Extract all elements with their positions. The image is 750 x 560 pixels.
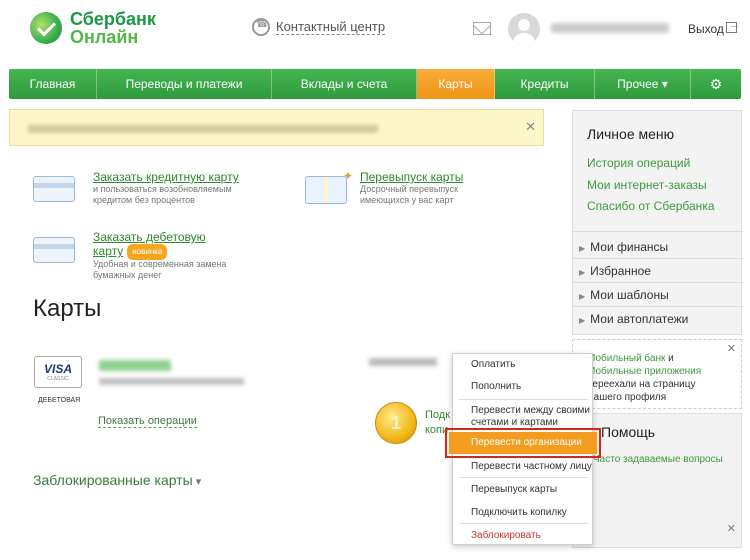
gear-icon[interactable]: ⚙: [691, 69, 741, 99]
credit-card-icon: [33, 176, 75, 202]
nav-item-other[interactable]: Прочее ▾: [595, 69, 691, 99]
contact-center[interactable]: Контактный центр: [252, 18, 386, 36]
personal-menu-title: Личное меню: [587, 126, 675, 142]
chevron-right-icon: ▶: [579, 292, 586, 301]
dropdown-item-top-up[interactable]: Пополнить: [453, 381, 594, 393]
menu-item-autopayments[interactable]: ▶ Мои автоплатежи: [579, 312, 688, 326]
mobile-bank-notice: Мобильный банк и Мобильные приложения пе…: [572, 339, 742, 409]
menu-link-spasibo[interactable]: Спасибо от Сбербанка: [587, 199, 715, 213]
card-reissue-icon: [305, 169, 353, 204]
phone-icon: [252, 18, 270, 36]
nav-item-home[interactable]: Главная: [9, 69, 97, 99]
mobile-apps-link[interactable]: Мобильные приложения: [587, 366, 701, 377]
debit-card-icon: [33, 237, 75, 263]
chevron-right-icon: ▶: [579, 316, 586, 325]
card-reissue-link[interactable]: Перевыпуск карты: [360, 170, 463, 184]
notice-text: [28, 125, 378, 133]
notice-banner: ✕: [9, 109, 544, 146]
sberbank-logo[interactable]: Сбербанк Онлайн: [30, 10, 156, 46]
credit-card-desc: и пользоваться возобновляемым кредитом б…: [93, 184, 232, 205]
nav-item-cards[interactable]: Карты: [417, 69, 495, 99]
dropdown-item-piggy-bank[interactable]: Подключить копилку: [453, 507, 594, 519]
logo-line1: Сбербанк: [70, 9, 156, 29]
nav-item-credits[interactable]: Кредиты: [495, 69, 595, 99]
nav-item-deposits[interactable]: Вклады и счета: [272, 69, 417, 99]
dropdown-item-pay[interactable]: Оплатить: [453, 359, 594, 371]
nav-item-transfers[interactable]: Переводы и платежи: [97, 69, 272, 99]
logo-line2: Онлайн: [70, 27, 139, 47]
menu-item-my-finances[interactable]: ▶ Мои финансы: [579, 240, 668, 254]
order-debit-card-link[interactable]: Заказать дебетовую карту новинка: [93, 230, 218, 260]
piggy-coin-icon: 1: [375, 402, 417, 444]
close-icon[interactable]: ✕: [727, 342, 736, 355]
page-title: Карты: [33, 295, 102, 322]
dropdown-item-transfer-organization[interactable]: Перевести организации: [445, 428, 601, 458]
card-number: [99, 378, 244, 385]
chevron-right-icon: ▶: [579, 268, 586, 277]
user-name: [551, 23, 669, 33]
mobile-bank-link[interactable]: Мобильный банк: [587, 353, 665, 364]
mail-icon[interactable]: [473, 22, 491, 35]
faq-link[interactable]: Часто задаваемые вопросы: [593, 454, 733, 466]
blocked-cards-toggle[interactable]: Заблокированные карты: [33, 472, 201, 488]
close-icon[interactable]: ✕: [727, 522, 736, 535]
menu-link-history[interactable]: История операций: [587, 156, 690, 170]
dropdown-item-transfer-own[interactable]: Перевести между своими счетами и картами: [453, 405, 594, 429]
dropdown-item-transfer-person[interactable]: Перевести частному лицу: [453, 461, 594, 473]
contact-center-link[interactable]: Контактный центр: [276, 19, 386, 35]
personal-menu: Личное меню История операций Мои интерне…: [572, 110, 743, 335]
order-credit-card-link[interactable]: Заказать кредитную карту: [93, 170, 239, 184]
show-operations-link[interactable]: Показать операции: [98, 415, 197, 428]
card-reissue-desc: Досрочный перевыпуск имеющихся у вас кар…: [360, 184, 459, 205]
card-name[interactable]: [99, 360, 171, 371]
main-nav: Главная Переводы и платежи Вклады и счет…: [9, 69, 741, 99]
chevron-right-icon: ▶: [579, 244, 586, 253]
dropdown-item-block[interactable]: Заблокировать: [453, 530, 594, 542]
avatar[interactable]: [508, 13, 540, 45]
card-balance: [369, 358, 437, 366]
sberbank-logo-icon: [30, 12, 62, 44]
exit-link[interactable]: Выход: [688, 22, 724, 36]
visa-card-logo[interactable]: VISA CLASSIC: [34, 356, 82, 388]
card-actions-dropdown: Оплатить Пополнить Перевести между своим…: [445, 353, 601, 545]
help-title: Помощь: [601, 424, 656, 440]
menu-link-internet-orders[interactable]: Мои интернет-заказы: [587, 178, 707, 192]
help-box: Помощь Часто задаваемые вопросы ✕: [572, 413, 742, 548]
exit-icon[interactable]: [726, 19, 740, 33]
menu-item-templates[interactable]: ▶ Мои шаблоны: [579, 288, 669, 302]
dropdown-item-reissue[interactable]: Перевыпуск карты: [453, 484, 594, 496]
menu-item-favorites[interactable]: ▶ Избранное: [579, 264, 651, 278]
card-type-label: ДЕБЕТОВАЯ: [38, 397, 81, 404]
new-badge: новинка: [127, 244, 168, 260]
debit-card-desc: Удобная и современная замена бумажных де…: [93, 259, 227, 280]
close-icon[interactable]: ✕: [525, 119, 536, 135]
